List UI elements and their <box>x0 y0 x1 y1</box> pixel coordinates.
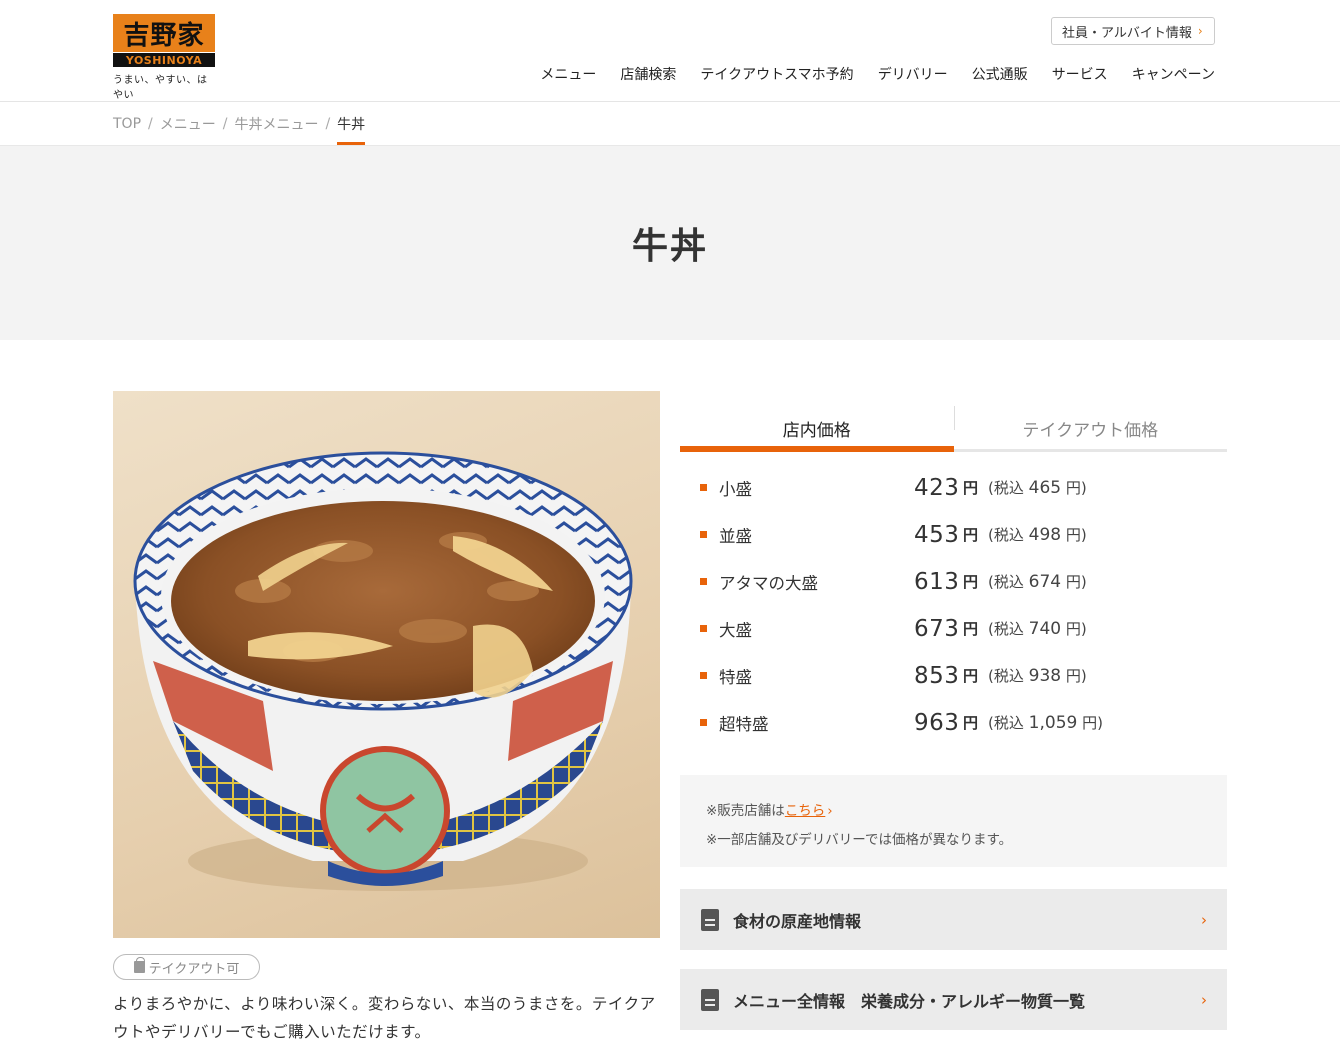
document-icon <box>701 908 719 931</box>
chevron-right-icon: › <box>827 804 833 819</box>
bullet-square-icon <box>700 672 707 679</box>
shopping-bag-icon <box>133 957 145 973</box>
tax-included-price: (税込 674 円) <box>988 572 1087 592</box>
tax-included-price: (税込 740 円) <box>988 619 1087 639</box>
breadcrumb-current: 牛丼 <box>337 102 366 145</box>
nav-delivery[interactable]: デリバリー <box>878 64 948 84</box>
bullet-square-icon <box>700 484 707 491</box>
nav-campaign[interactable]: キャンペーン <box>1132 64 1215 84</box>
nav-menu[interactable]: メニュー <box>540 64 596 84</box>
note-store-line: ※販売店舗はこちら › <box>706 803 833 819</box>
gyudon-bowl-illustration <box>133 451 633 891</box>
price-value: 673 <box>914 615 960 642</box>
tax-included-price: (税込 465 円) <box>988 478 1087 498</box>
breadcrumb-separator: / <box>325 115 331 132</box>
price-value: 453 <box>914 521 960 548</box>
breadcrumb: TOP / メニュー / 牛丼メニュー / 牛丼 <box>113 102 366 145</box>
product-description: よりまろやかに、より味わい深く。変わらない、本当のうまさを。テイクアウトやデリバ… <box>113 995 656 1041</box>
price-value: 853 <box>914 662 960 689</box>
size-label: 小盛 <box>719 479 752 499</box>
tax-included-price: (税込 938 円) <box>988 666 1087 686</box>
price-row: 小盛 423 円 (税込 465 円) <box>700 464 1227 511</box>
ingredient-origin-label: 食材の原産地情報 <box>733 911 862 931</box>
nav-takeout-reserve[interactable]: テイクアウトスマホ予約 <box>700 64 853 84</box>
nutrition-allergen-button[interactable]: メニュー全情報 栄養成分・アレルギー物質一覧 › <box>680 969 1227 1030</box>
breadcrumb-top[interactable]: TOP <box>113 116 141 132</box>
chevron-right-icon: › <box>1197 24 1203 38</box>
yen-unit: 円 <box>963 667 979 685</box>
price-value: 963 <box>914 709 960 736</box>
price-value: 423 <box>914 474 960 501</box>
bullet-square-icon <box>700 531 707 538</box>
tab-takeout-price[interactable]: テイクアウト価格 <box>953 404 1227 452</box>
store-list-link[interactable]: こちら <box>785 803 826 819</box>
breadcrumb-gyudon-menu[interactable]: 牛丼メニュー <box>234 114 318 134</box>
breadcrumb-separator: / <box>222 115 228 132</box>
yen-unit: 円 <box>963 714 979 732</box>
price-row: 大盛 673 円 (税込 740 円) <box>700 605 1227 652</box>
price-row: 並盛 453 円 (税込 498 円) <box>700 511 1227 558</box>
price-tabs: 店内価格 テイクアウト価格 <box>680 404 1227 452</box>
gyudon-product-image <box>113 391 660 938</box>
size-label: 超特盛 <box>719 714 769 734</box>
logo-roman: YOSHINOYA <box>113 53 215 67</box>
price-list: 小盛 423 円 (税込 465 円) 並盛 453 円 (税込 498 円) … <box>700 464 1227 746</box>
tax-included-price: (税込 1,059 円) <box>988 713 1103 733</box>
logo-kanji: 吉野家 <box>113 14 215 52</box>
size-label: 特盛 <box>719 667 752 687</box>
recruit-info-button[interactable]: 社員・アルバイト情報 › <box>1051 17 1215 45</box>
nav-store-search[interactable]: 店舗検索 <box>620 64 676 84</box>
bullet-square-icon <box>700 578 707 585</box>
price-value: 613 <box>914 568 960 595</box>
yoshinoya-logo[interactable]: 吉野家 YOSHINOYA うまい、やすい、はやい <box>113 14 215 101</box>
note-price-diff: ※一部店舗及びデリバリーでは価格が異なります。 <box>706 832 1013 848</box>
yen-unit: 円 <box>963 479 979 497</box>
chevron-right-icon: › <box>1201 990 1207 1009</box>
tax-included-price: (税込 498 円) <box>988 525 1087 545</box>
page-title: 牛丼 <box>631 226 708 267</box>
breadcrumb-menu[interactable]: メニュー <box>160 114 216 134</box>
takeout-badge-label: テイクアウト可 <box>148 961 240 977</box>
bullet-square-icon <box>700 719 707 726</box>
size-label: 並盛 <box>719 526 752 546</box>
price-row: 特盛 853 円 (税込 938 円) <box>700 652 1227 699</box>
bullet-square-icon <box>700 625 707 632</box>
yen-unit: 円 <box>963 573 979 591</box>
chevron-right-icon: › <box>1201 910 1207 929</box>
takeout-available-badge: テイクアウト可 <box>113 954 260 980</box>
yen-unit: 円 <box>963 620 979 638</box>
nav-service[interactable]: サービス <box>1052 64 1108 84</box>
page-title-band: 牛丼 <box>0 145 1340 340</box>
price-row: アタマの大盛 613 円 (税込 674 円) <box>700 558 1227 605</box>
price-row: 超特盛 963 円 (税込 1,059 円) <box>700 699 1227 746</box>
ingredient-origin-button[interactable]: 食材の原産地情報 › <box>680 889 1227 950</box>
tab-dine-in-price[interactable]: 店内価格 <box>680 404 954 452</box>
size-label: アタマの大盛 <box>719 573 818 593</box>
site-header: 吉野家 YOSHINOYA うまい、やすい、はやい 社員・アルバイト情報 › メ… <box>0 0 1340 102</box>
recruit-info-label: 社員・アルバイト情報 <box>1062 25 1192 41</box>
yen-unit: 円 <box>963 526 979 544</box>
size-label: 大盛 <box>719 620 752 640</box>
price-notes: ※販売店舗はこちら › ※一部店舗及びデリバリーでは価格が異なります。 <box>680 775 1227 867</box>
logo-tagline: うまい、やすい、はやい <box>113 75 208 101</box>
nutrition-allergen-label: メニュー全情報 栄養成分・アレルギー物質一覧 <box>733 991 1086 1011</box>
document-icon <box>701 988 719 1011</box>
breadcrumb-separator: / <box>148 115 153 132</box>
nav-online-shop[interactable]: 公式通販 <box>972 64 1028 84</box>
global-nav: メニュー 店舗検索 テイクアウトスマホ予約 デリバリー 公式通販 サービス キャ… <box>540 64 1215 84</box>
